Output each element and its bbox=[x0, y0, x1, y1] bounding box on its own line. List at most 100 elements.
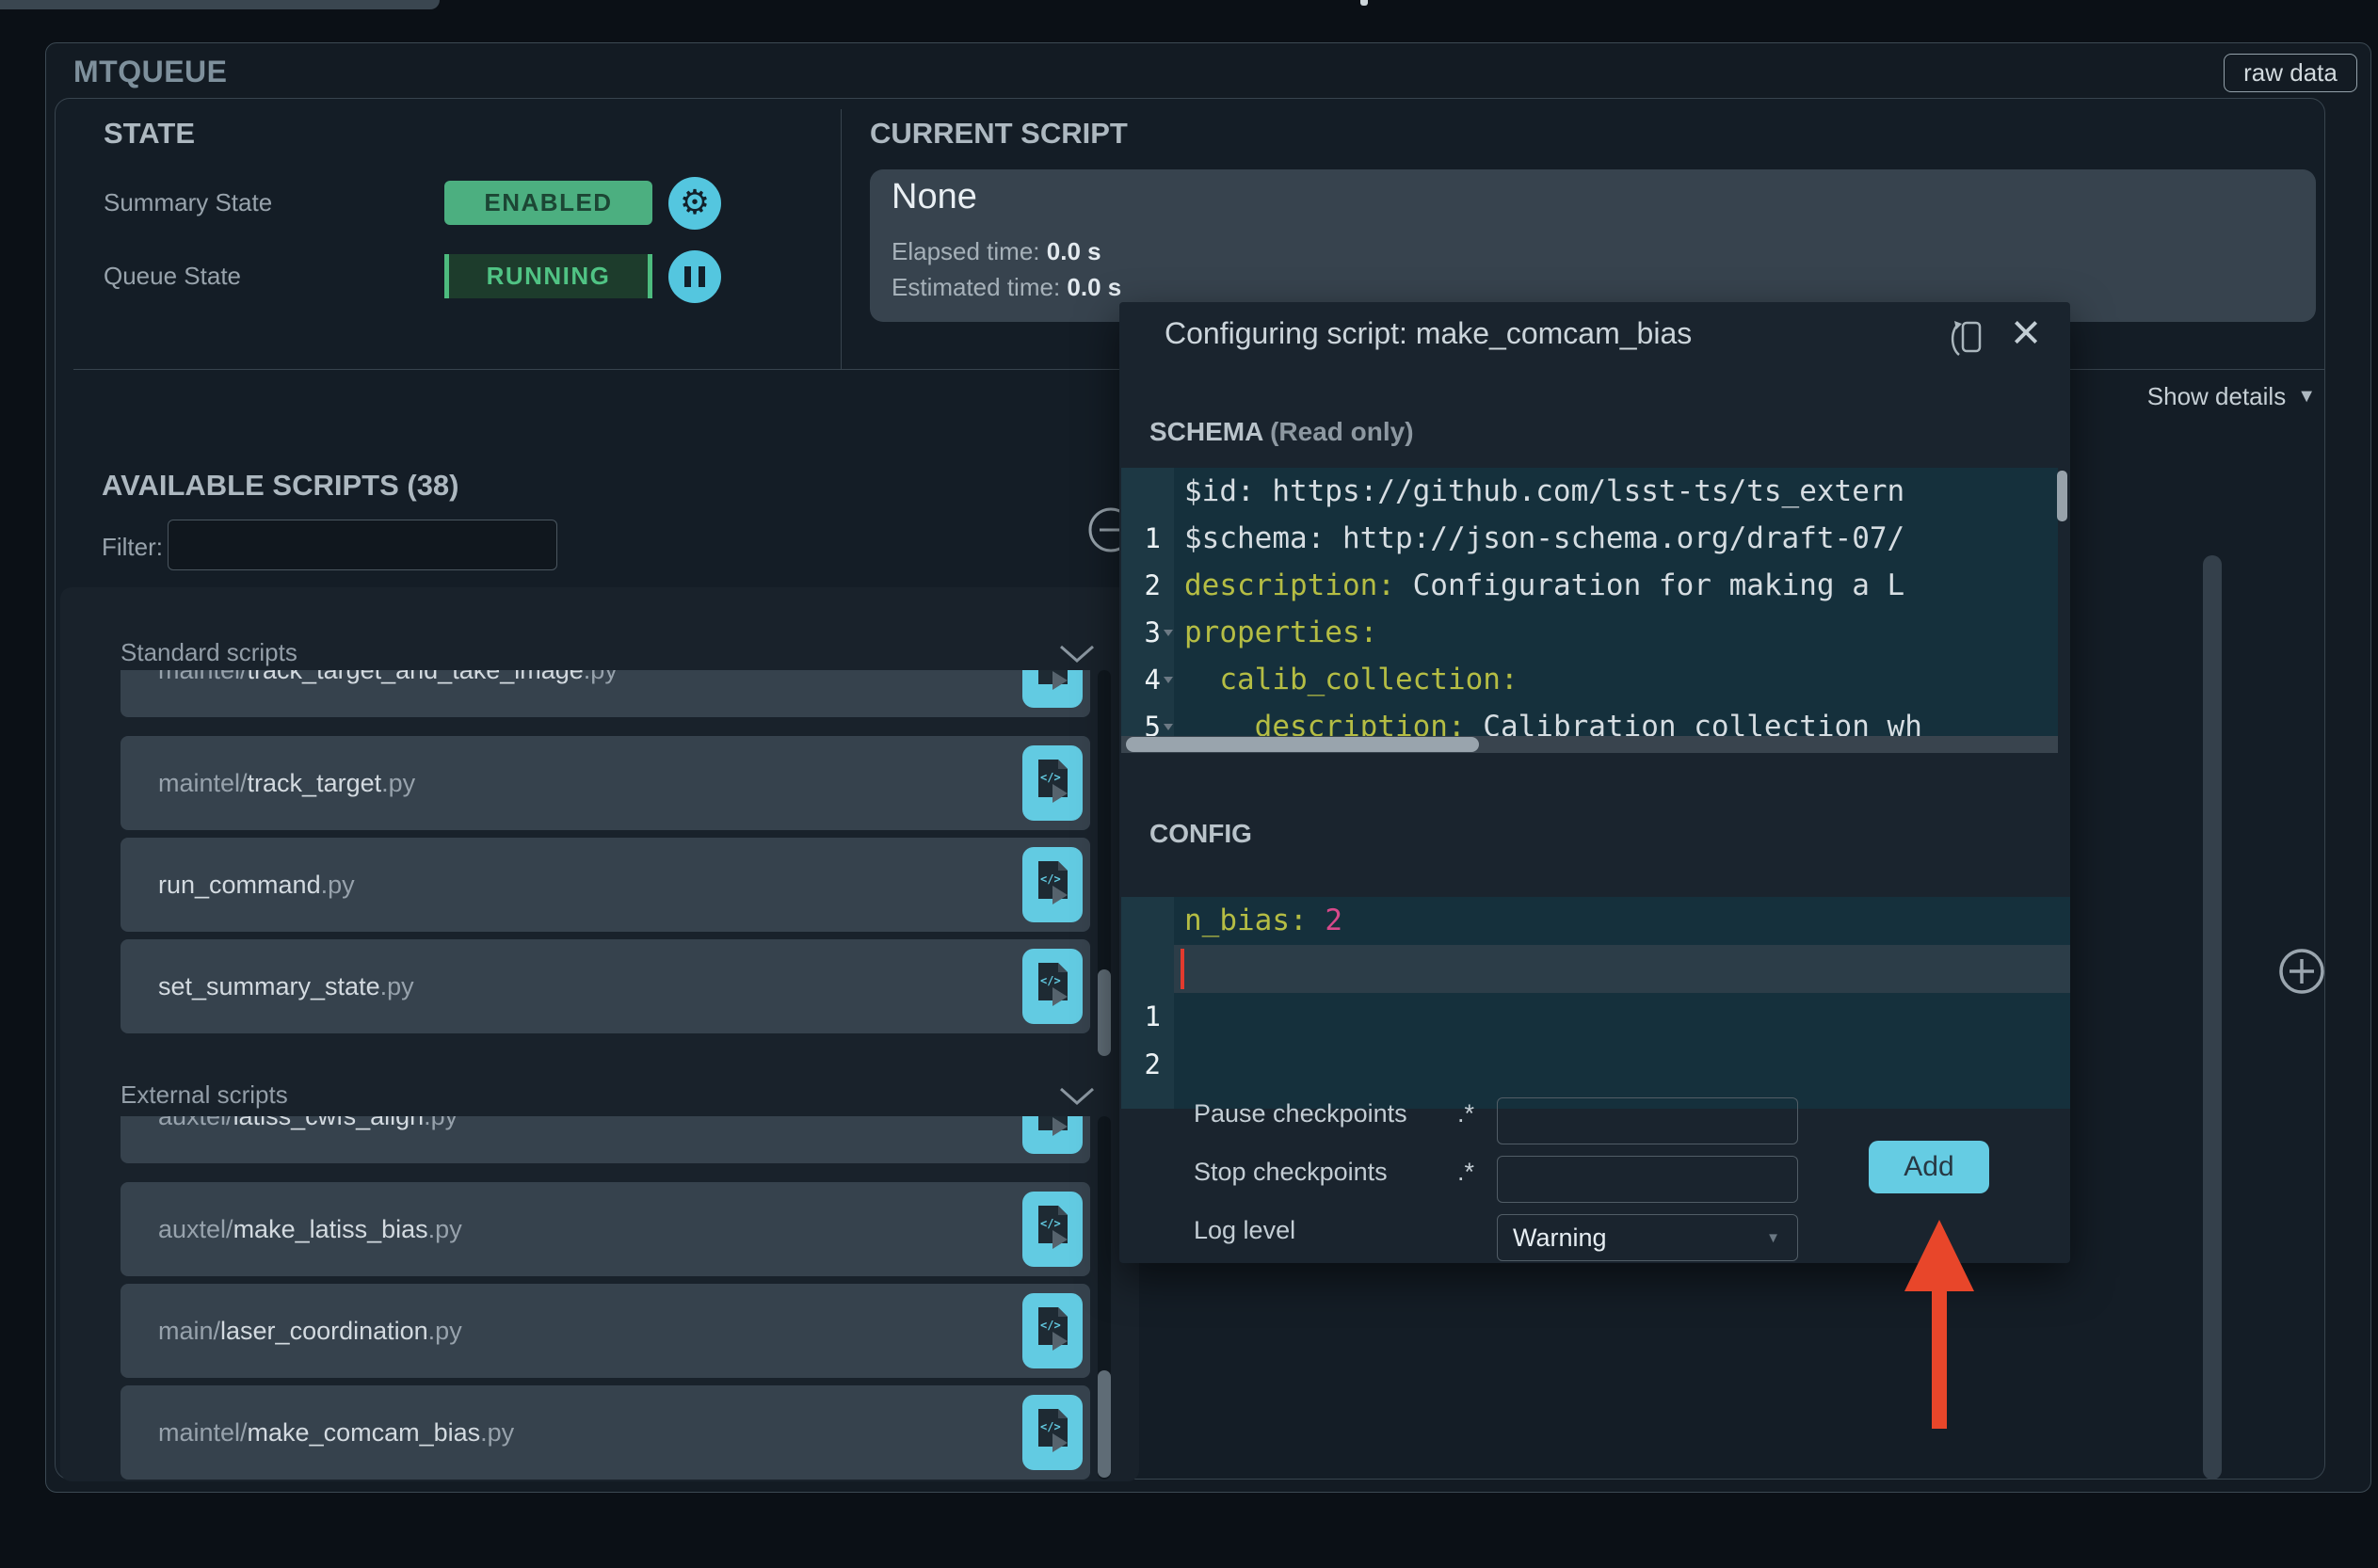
standard-scripts-chevron-icon[interactable] bbox=[1058, 644, 1096, 664]
close-icon[interactable]: × bbox=[2002, 307, 2049, 358]
pause-icon bbox=[684, 266, 705, 287]
external-scripts-label: External scripts bbox=[121, 1080, 288, 1109]
configure-script-modal: Configuring script: make_comcam_bias × S… bbox=[1119, 302, 2070, 1263]
svg-text:</>: </> bbox=[1040, 872, 1061, 886]
script-list-item[interactable]: auxtel/make_latiss_bias .py </> bbox=[121, 1182, 1090, 1276]
script-file-play-icon: </> bbox=[1038, 760, 1068, 803]
show-details-toggle[interactable]: Show details ▼ bbox=[2099, 382, 2316, 411]
schema-code-line: 1 $id: https://github.com/lsst-ts/ts_ext… bbox=[1144, 474, 1905, 554]
stop-checkpoints-suffix: .* bbox=[1457, 1158, 1475, 1186]
script-name: main/laser_coordination .py bbox=[158, 1316, 462, 1345]
script-list-item[interactable]: maintel/make_comcam_bias .py </> bbox=[121, 1385, 1090, 1480]
script-list-item[interactable]: set_summary_state .py </> bbox=[121, 939, 1090, 1033]
standard-scripts-list: maintel/track_target_and_take_image.py <… bbox=[121, 670, 1090, 1056]
summary-state-settings-button[interactable]: ⚙ bbox=[668, 177, 721, 230]
schema-vertical-scrollbar-thumb[interactable] bbox=[2057, 471, 2067, 521]
gear-icon: ⚙ bbox=[679, 184, 711, 222]
filter-label: Filter: bbox=[102, 533, 163, 561]
state-divider bbox=[841, 109, 842, 369]
browser-tab-remnant bbox=[0, 0, 440, 9]
script-file-play-icon: </> bbox=[1038, 670, 1068, 690]
config-code-line[interactable]: 2 bbox=[1121, 945, 2070, 1080]
launch-script-button[interactable]: </> bbox=[1022, 745, 1083, 821]
stop-checkpoints-label: Stop checkpoints bbox=[1194, 1158, 1388, 1186]
add-script-plus-icon[interactable] bbox=[2277, 947, 2326, 996]
pause-checkpoints-input[interactable] bbox=[1497, 1097, 1798, 1144]
svg-text:</>: </> bbox=[1040, 1319, 1061, 1332]
chevron-down-icon: ▼ bbox=[2297, 386, 2316, 407]
script-file-play-icon: </> bbox=[1038, 1409, 1068, 1452]
schema-horizontal-scrollbar-track[interactable] bbox=[1121, 736, 2058, 753]
active-line-highlight bbox=[1174, 945, 2070, 993]
summary-state-label: Summary State bbox=[104, 188, 273, 216]
pause-queue-button[interactable] bbox=[668, 250, 721, 303]
launch-script-button[interactable]: </> bbox=[1022, 847, 1083, 922]
raw-data-button[interactable]: raw data bbox=[2224, 54, 2357, 92]
svg-text:</>: </> bbox=[1040, 1217, 1061, 1230]
schema-code-line: 4 properties: bbox=[1144, 616, 1378, 696]
script-name: maintel/track_target .py bbox=[158, 768, 416, 797]
external-scrollbar-thumb[interactable] bbox=[1098, 1370, 1111, 1478]
script-list-item[interactable]: auxtel/latiss_cwfs_align.py </> bbox=[121, 1116, 1090, 1163]
elapsed-time: Elapsed time: 0.0 s bbox=[892, 237, 1101, 265]
page-title: MTQUEUE bbox=[73, 55, 228, 88]
state-heading: STATE bbox=[104, 117, 196, 150]
config-code-line[interactable]: 1 n_bias: 2 bbox=[1121, 897, 2070, 1032]
stop-checkpoints-input[interactable] bbox=[1497, 1156, 1798, 1203]
script-list-item[interactable]: main/laser_coordination .py </> bbox=[121, 1284, 1090, 1378]
queue-state-badge: RUNNING bbox=[444, 254, 652, 298]
add-button[interactable]: Add bbox=[1869, 1141, 1989, 1193]
svg-text:</>: </> bbox=[1040, 771, 1061, 784]
script-name: maintel/track_target_and_take_image.py bbox=[158, 670, 618, 717]
script-name: set_summary_state .py bbox=[158, 971, 414, 1000]
launch-script-button[interactable]: </> bbox=[1022, 1192, 1083, 1267]
fold-caret-icon[interactable] bbox=[1164, 630, 1173, 636]
schema-code-line: 3 description: Configuration for making … bbox=[1144, 568, 1905, 648]
script-list-item[interactable]: run_command .py </> bbox=[121, 838, 1090, 932]
launch-script-button[interactable]: </> bbox=[1022, 670, 1083, 708]
config-editor[interactable]: 1 n_bias: 2 2 bbox=[1121, 897, 2070, 1109]
fold-caret-icon[interactable] bbox=[1164, 724, 1173, 730]
script-file-play-icon: </> bbox=[1038, 1206, 1068, 1249]
script-file-play-icon: </> bbox=[1038, 861, 1068, 904]
script-name: auxtel/latiss_cwfs_align.py bbox=[158, 1116, 458, 1163]
log-level-select[interactable]: Warning ▼ bbox=[1497, 1214, 1798, 1261]
schema-code-line: 2 $schema: http://json-schema.org/draft-… bbox=[1144, 521, 1905, 601]
external-scripts-list: auxtel/latiss_cwfs_align.py </> auxtel/m… bbox=[121, 1116, 1090, 1480]
standard-scripts-label: Standard scripts bbox=[121, 638, 297, 666]
pause-checkpoints-label: Pause checkpoints bbox=[1194, 1099, 1407, 1128]
fold-caret-icon[interactable] bbox=[1164, 677, 1173, 683]
filter-input[interactable] bbox=[168, 520, 557, 570]
config-heading: CONFIG bbox=[1149, 819, 1252, 848]
script-name: auxtel/make_latiss_bias .py bbox=[158, 1214, 462, 1243]
top-edge-glyph bbox=[1360, 0, 1368, 6]
summary-state-badge: ENABLED bbox=[444, 181, 652, 225]
external-scripts-chevron-icon[interactable] bbox=[1058, 1086, 1096, 1107]
queue-panel-scrollbar[interactable] bbox=[2203, 555, 2222, 1480]
red-arrow-annotation bbox=[1904, 1220, 1974, 1429]
available-scripts-heading: AVAILABLE SCRIPTS (38) bbox=[102, 469, 459, 502]
svg-text:</>: </> bbox=[1040, 974, 1061, 987]
modal-title: Configuring script: make_comcam_bias bbox=[1165, 316, 1693, 350]
text-cursor bbox=[1181, 949, 1184, 989]
estimated-time: Estimated time: 0.0 s bbox=[892, 273, 1122, 301]
log-level-label: Log level bbox=[1194, 1216, 1296, 1244]
script-name: maintel/make_comcam_bias .py bbox=[158, 1417, 515, 1447]
svg-text:</>: </> bbox=[1040, 1420, 1061, 1433]
schema-editor: 1 $id: https://github.com/lsst-ts/ts_ext… bbox=[1121, 468, 2058, 753]
standard-scrollbar-thumb[interactable] bbox=[1098, 969, 1111, 1056]
current-script-name: None bbox=[892, 177, 977, 216]
script-file-play-icon: </> bbox=[1038, 963, 1068, 1006]
launch-script-button[interactable]: </> bbox=[1022, 1395, 1083, 1470]
script-list-item[interactable]: maintel/track_target_and_take_image.py <… bbox=[121, 670, 1090, 717]
launch-script-button[interactable]: </> bbox=[1022, 1116, 1083, 1154]
launch-script-button[interactable]: </> bbox=[1022, 949, 1083, 1024]
log-level-value: Warning bbox=[1513, 1223, 1607, 1252]
schema-horizontal-scrollbar-thumb[interactable] bbox=[1126, 737, 1479, 752]
script-list-item[interactable]: maintel/track_target .py </> bbox=[121, 736, 1090, 830]
svg-text:</>: </> bbox=[1040, 670, 1061, 671]
screen: MTQUEUE raw data STATE Summary State ENA… bbox=[0, 0, 2378, 1568]
launch-script-button[interactable]: </> bbox=[1022, 1293, 1083, 1368]
script-file-play-icon: </> bbox=[1038, 1307, 1068, 1351]
detach-view-icon[interactable] bbox=[1946, 317, 1987, 362]
